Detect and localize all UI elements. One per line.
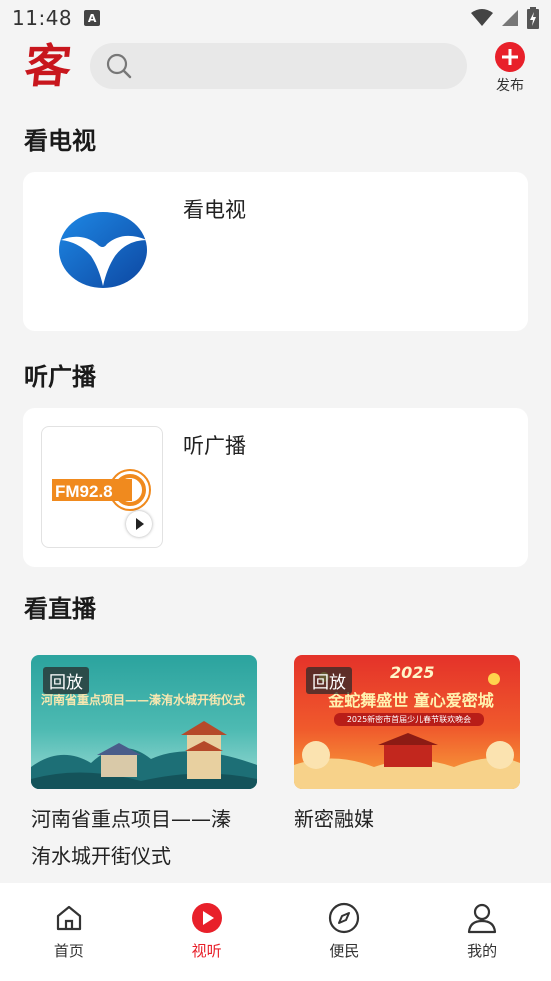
plus-icon: [495, 42, 525, 72]
live-item-2[interactable]: 2025 金蛇舞盛世 童心爱密城 2025新密市首届少儿春节联欢晚会 回放 新密…: [294, 655, 520, 838]
radio-card-label: 听广播: [183, 434, 246, 458]
app-logo: 客: [22, 39, 74, 93]
play-icon: [191, 903, 222, 933]
radio-thumbnail: FM92.8: [41, 426, 163, 548]
notification-a-icon: A: [84, 10, 101, 26]
tv-card[interactable]: 看电视: [23, 172, 528, 331]
live-thumb-year: 2025: [390, 663, 435, 682]
tv-station-logo: [59, 212, 147, 288]
user-icon: [468, 903, 497, 934]
live-thumbnail: 2025 金蛇舞盛世 童心爱密城 2025新密市首届少儿春节联欢晚会 回放: [294, 655, 520, 789]
live-item-title-line1: 河南省重点项目——溱: [31, 807, 231, 831]
nav-label-home: 首页: [53, 942, 84, 960]
nav-item-services[interactable]: 便民: [276, 883, 414, 981]
bottom-nav: 首页 视听 便民 我的: [0, 883, 551, 981]
replay-badge: 回放: [306, 667, 352, 694]
nav-item-home[interactable]: 首页: [0, 883, 138, 981]
live-item-title-line2: 洧水城开街仪式: [31, 844, 171, 868]
publish-button[interactable]: 发布: [490, 42, 530, 94]
search-input[interactable]: [142, 43, 442, 89]
live-item-title-line1: 新密融媒: [294, 807, 374, 831]
publish-label: 发布: [496, 78, 524, 94]
status-time: 11:48: [12, 6, 73, 30]
live-thumb-subcaption: 2025新密市首届少儿春节联欢晚会: [334, 713, 484, 726]
search-icon: [106, 53, 132, 79]
home-icon: [56, 905, 81, 931]
radio-card[interactable]: FM92.8 听广播: [23, 408, 528, 567]
live-item-title: 新密融媒: [294, 801, 520, 838]
compass-icon: [329, 902, 360, 934]
live-item-1[interactable]: 河南省重点项目——溱洧水城开街仪式 回放 河南省重点项目——溱 洧水城开街仪式: [31, 655, 257, 875]
nav-label-services: 便民: [329, 942, 360, 960]
wifi-icon: [471, 9, 493, 26]
fm-logo: FM92.8: [52, 469, 151, 511]
nav-label-av: 视听: [191, 942, 222, 960]
status-icons: [471, 7, 539, 29]
nav-label-mine: 我的: [467, 942, 498, 960]
section-title-radio: 听广播: [24, 363, 96, 391]
battery-icon: [527, 7, 539, 29]
section-title-tv: 看电视: [24, 127, 96, 155]
app-header: 客 发布: [0, 36, 551, 98]
status-bar: 11:48 A: [0, 0, 551, 36]
tv-card-label: 看电视: [183, 198, 246, 222]
nav-item-mine[interactable]: 我的: [413, 883, 551, 981]
play-icon[interactable]: [126, 511, 152, 537]
nav-item-av[interactable]: 视听: [138, 883, 276, 981]
fm-logo-text: FM92.8: [55, 482, 113, 501]
replay-badge: 回放: [43, 667, 89, 694]
signal-icon: [502, 10, 518, 26]
live-item-title: 河南省重点项目——溱 洧水城开街仪式: [31, 801, 257, 875]
search-bar[interactable]: [90, 43, 467, 89]
live-thumbnail: 河南省重点项目——溱洧水城开街仪式 回放: [31, 655, 257, 789]
section-title-live: 看直播: [24, 595, 96, 623]
